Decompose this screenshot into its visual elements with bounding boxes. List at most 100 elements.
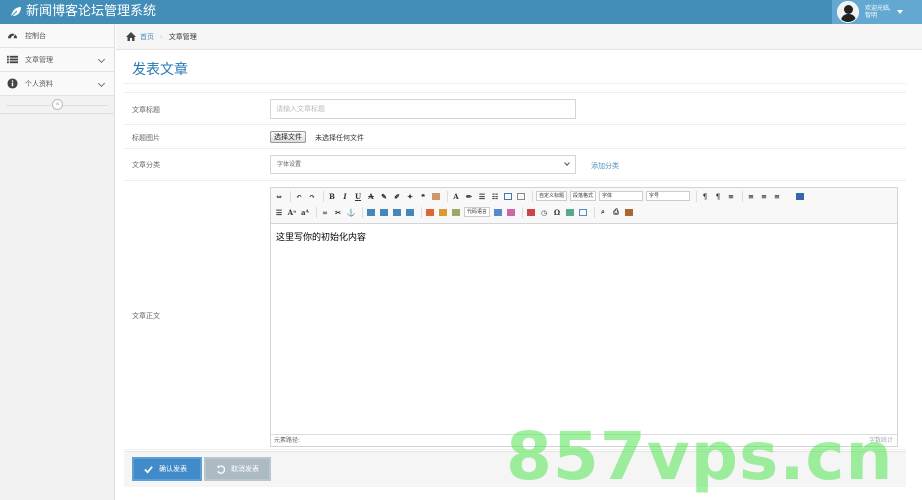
font-size-select[interactable]: 字号: [646, 191, 691, 201]
image-right-icon[interactable]: [392, 207, 402, 217]
heading-select[interactable]: 自定义标题: [536, 191, 568, 201]
strikethrough-icon[interactable]: A: [366, 191, 376, 201]
ordered-list-icon[interactable]: ☰: [477, 191, 487, 201]
unlink-icon[interactable]: ✂: [333, 207, 343, 217]
title-divider: [124, 83, 906, 84]
align-center-icon[interactable]: ≡: [759, 191, 769, 201]
add-category-link[interactable]: 添加分类: [591, 161, 619, 171]
uppercase-icon[interactable]: Aᵃ: [287, 207, 297, 217]
watermark: 857vps.cn: [506, 418, 894, 495]
sidebar-collapse-button[interactable]: «: [52, 99, 63, 110]
sidebar-item-profile[interactable]: 个人资料: [0, 72, 114, 96]
image-label: 标题图片: [132, 134, 160, 142]
image-none-icon[interactable]: [366, 207, 376, 217]
link-icon[interactable]: ∞: [320, 207, 330, 217]
form-row-category: 文章分类 字体设置 添加分类: [124, 148, 906, 180]
date-icon[interactable]: [526, 207, 536, 217]
rich-text-editor: ⇔ ↶ ↷ B I U A ✎ ✐ ✦ ❝ A ✏ ☰ ☷ 自定义标题 段落格式…: [270, 187, 898, 447]
bold-icon[interactable]: B: [327, 191, 337, 201]
eraser-icon[interactable]: ✎: [379, 191, 389, 201]
undo-icon[interactable]: ↶: [294, 191, 304, 201]
pagebreak-icon[interactable]: [578, 207, 588, 217]
dashboard-icon: [7, 33, 18, 39]
reset-label: 取消发表: [231, 465, 259, 473]
background-icon[interactable]: [506, 207, 516, 217]
sidebar: 控制台 文章管理 个人资料 «: [0, 24, 115, 500]
emotion-icon[interactable]: [451, 207, 461, 217]
breadcrumb-current: 文章管理: [168, 32, 197, 41]
preview-icon[interactable]: [624, 207, 634, 217]
special-char-icon[interactable]: Ω: [552, 207, 562, 217]
app-title: 新闻博客论坛管理系统: [26, 4, 157, 19]
choose-file-button[interactable]: 选择文件: [270, 131, 306, 143]
code-language-select[interactable]: 代码语言: [464, 207, 491, 217]
plain-text-icon[interactable]: [431, 191, 441, 201]
anchor-icon[interactable]: ⚓: [346, 207, 356, 217]
sidebar-item-label: 文章管理: [25, 55, 53, 64]
fullscreen-icon[interactable]: ⇔: [274, 191, 284, 201]
chevron-down-icon: [97, 55, 106, 64]
clear-doc-icon[interactable]: [516, 191, 526, 201]
redo-icon[interactable]: ↷: [307, 191, 317, 201]
highlight-icon[interactable]: ✏: [464, 191, 474, 201]
caret-down-icon: [896, 10, 903, 14]
word-image-icon[interactable]: [565, 207, 575, 217]
search-replace-icon[interactable]: ⌕: [598, 207, 608, 217]
font-color-icon[interactable]: A: [451, 191, 461, 201]
print-icon[interactable]: ⎙: [611, 207, 621, 217]
top-navbar: 新闻博客论坛管理系统 欢迎光临, 智明: [0, 0, 922, 24]
editor-content[interactable]: 这里写你的初始化内容: [276, 230, 366, 243]
chevron-down-icon: [564, 160, 570, 166]
italic-icon[interactable]: I: [340, 191, 350, 201]
sidebar-item-label: 个人资料: [25, 79, 53, 88]
page-title: 发表文章: [132, 62, 188, 78]
image-left-icon[interactable]: [379, 207, 389, 217]
sidebar-item-label: 控制台: [25, 31, 46, 40]
sidebar-item-dashboard[interactable]: 控制台: [0, 24, 114, 48]
category-selected-value: 字体设置: [277, 161, 302, 168]
simple-upload-icon[interactable]: [425, 207, 435, 217]
template-icon[interactable]: [493, 207, 503, 217]
leaf-icon: [10, 7, 21, 18]
brand[interactable]: 新闻博客论坛管理系统: [10, 4, 156, 20]
image-center-icon[interactable]: [405, 207, 415, 217]
format-brush-icon[interactable]: ✐: [392, 191, 402, 201]
rtl-icon[interactable]: ¶: [713, 191, 723, 201]
select-all-icon[interactable]: [503, 191, 513, 201]
submit-button[interactable]: 确认发表: [132, 457, 202, 481]
title-input[interactable]: [270, 99, 576, 119]
user-menu[interactable]: 欢迎光临, 智明: [832, 0, 922, 24]
form-row-title: 文章标题: [124, 92, 906, 124]
font-family-select[interactable]: 字体: [599, 191, 644, 201]
content-label: 文章正文: [132, 312, 160, 320]
reset-button[interactable]: 取消发表: [204, 457, 271, 481]
blockquote-icon[interactable]: ❝: [418, 191, 428, 201]
category-label: 文章分类: [132, 161, 160, 169]
undo-icon: [216, 464, 225, 474]
category-select[interactable]: 字体设置: [270, 155, 576, 174]
sidebar-collapse-row: «: [0, 96, 114, 114]
align-justify-icon[interactable]: [795, 191, 805, 201]
time-icon[interactable]: ◷: [539, 207, 549, 217]
sidebar-item-articles[interactable]: 文章管理: [0, 48, 114, 72]
breadcrumb: 首页 › 文章管理: [116, 24, 922, 50]
line-height-icon[interactable]: ☰: [274, 207, 284, 217]
align-left-icon[interactable]: ≡: [746, 191, 756, 201]
list-icon: [7, 55, 18, 64]
info-icon: [7, 78, 18, 89]
editor-toolbar: ⇔ ↶ ↷ B I U A ✎ ✐ ✦ ❝ A ✏ ☰ ☷ 自定义标题 段落格式…: [271, 188, 897, 224]
chevron-down-icon: [97, 79, 106, 88]
avatar: [837, 1, 859, 23]
align-right-icon[interactable]: ≡: [772, 191, 782, 201]
auto-format-icon[interactable]: ✦: [405, 191, 415, 201]
unordered-list-icon[interactable]: ☷: [490, 191, 500, 201]
title-label: 文章标题: [132, 106, 160, 114]
paragraph-select[interactable]: 段落格式: [570, 191, 597, 201]
insert-image-icon[interactable]: [438, 207, 448, 217]
underline-icon[interactable]: U: [353, 191, 363, 201]
ltr-icon[interactable]: ¶: [700, 191, 710, 201]
indent-icon[interactable]: ≡: [726, 191, 736, 201]
lowercase-icon[interactable]: aᴬ: [300, 207, 310, 217]
breadcrumb-home-link[interactable]: 首页: [140, 32, 154, 42]
user-name: 智明: [865, 12, 878, 19]
